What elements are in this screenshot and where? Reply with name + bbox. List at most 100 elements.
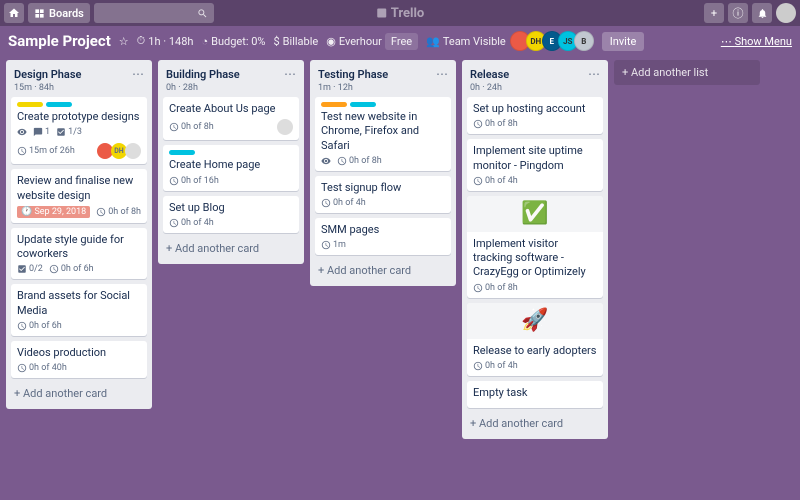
list-title: Building Phase bbox=[166, 68, 240, 81]
billable-label: $ Billable bbox=[273, 35, 318, 48]
card-title: SMM pages bbox=[321, 223, 445, 237]
card-badges: 0h of 8h bbox=[321, 156, 445, 166]
add-list-button[interactable]: + Add another list bbox=[614, 60, 760, 85]
card-badges: 0h of 8h bbox=[169, 119, 293, 135]
list: Release ⋯ 0h · 24hSet up hosting account0h… bbox=[462, 60, 608, 439]
boards-button[interactable]: Boards bbox=[28, 3, 90, 23]
card[interactable]: Videos production 0h of 40h bbox=[11, 341, 147, 378]
card-badges: 🕐 Sep 29, 20180h of 8h bbox=[17, 206, 141, 218]
board-header: Sample Project ☆ ⏱ 1h · 148h ◔ Budget: 0… bbox=[0, 26, 800, 56]
list-subtitle: 15m · 84h bbox=[11, 83, 147, 97]
card[interactable]: Create About Us page 0h of 8h bbox=[163, 97, 299, 140]
time-badge: 0h of 4h bbox=[321, 198, 366, 208]
card-title: Release to early adopters bbox=[473, 344, 597, 358]
card-badges: 0h of 4h bbox=[169, 218, 293, 228]
card-members: DH bbox=[99, 143, 141, 159]
time-badge: 0h of 4h bbox=[473, 361, 518, 371]
budget-label: ◔ Budget: 0% bbox=[201, 35, 265, 48]
add-card-button[interactable]: + Add another card bbox=[467, 413, 603, 434]
topbar: Boards Trello + ⓘ bbox=[0, 0, 800, 26]
label bbox=[321, 102, 347, 107]
card[interactable]: Empty task bbox=[467, 381, 603, 408]
card-labels bbox=[321, 102, 445, 107]
card-title: Test new website in Chrome, Firefox and … bbox=[321, 110, 445, 153]
list-menu-icon[interactable]: ⋯ bbox=[284, 67, 296, 81]
card-title: Brand assets for Social Media bbox=[17, 289, 141, 318]
card-title: Create Home page bbox=[169, 158, 293, 172]
list-menu-icon[interactable]: ⋯ bbox=[588, 67, 600, 81]
label bbox=[46, 102, 72, 107]
card-title: Update style guide for coworkers bbox=[17, 233, 141, 262]
home-icon[interactable] bbox=[4, 3, 24, 23]
card-title: Test signup flow bbox=[321, 181, 445, 195]
card-member-avatar bbox=[277, 119, 293, 135]
card[interactable]: SMM pages 1m bbox=[315, 218, 451, 255]
member-avatar[interactable]: B bbox=[574, 31, 594, 51]
list-title: Release bbox=[470, 68, 509, 81]
label bbox=[169, 150, 195, 155]
comment-badge: 1 bbox=[33, 127, 50, 137]
visibility-label: 👥 Team Visible bbox=[426, 35, 506, 48]
bell-icon[interactable] bbox=[752, 3, 772, 23]
card-labels bbox=[169, 150, 293, 155]
card[interactable]: Update style guide for coworkers0/20h of… bbox=[11, 228, 147, 280]
user-avatar[interactable] bbox=[776, 3, 796, 23]
card-title: Implement site uptime monitor - Pingdom bbox=[473, 144, 597, 173]
card-badges: 0h of 8h bbox=[473, 283, 597, 293]
label bbox=[350, 102, 376, 107]
time-badge: 0h of 8h bbox=[473, 119, 518, 129]
card-badges: 0h of 4h bbox=[473, 176, 597, 186]
due-badge: 🕐 Sep 29, 2018 bbox=[17, 206, 90, 218]
check-badge: 0/2 bbox=[17, 264, 43, 274]
board-members: DHEJSB bbox=[514, 31, 594, 51]
time-badge: 0h of 4h bbox=[169, 218, 214, 228]
list-subtitle: 0h · 24h bbox=[467, 83, 603, 97]
info-icon[interactable]: ⓘ bbox=[728, 3, 748, 23]
list: Building Phase⋯0h · 28hCreate About Us p… bbox=[158, 60, 304, 264]
time-badge: 0h of 4h bbox=[473, 176, 518, 186]
card[interactable]: Review and finalise new website design🕐 … bbox=[11, 169, 147, 223]
card[interactable]: Test new website in Chrome, Firefox and … bbox=[315, 97, 451, 171]
card[interactable]: Implement site uptime monitor - Pingdom 0… bbox=[467, 139, 603, 191]
add-card-button[interactable]: + Add another card bbox=[315, 260, 451, 281]
invite-button[interactable]: Invite bbox=[602, 32, 645, 51]
show-menu-button[interactable]: ⋯ Show Menu bbox=[721, 35, 792, 48]
card[interactable]: Create Home page 0h of 16h bbox=[163, 145, 299, 190]
card-title: Videos production bbox=[17, 346, 141, 360]
plus-icon[interactable]: + bbox=[704, 3, 724, 23]
eye-badge bbox=[321, 156, 331, 166]
card-title: Create About Us page bbox=[169, 102, 293, 116]
card[interactable]: 🚀 Release to early adopters 0h of 4h bbox=[467, 303, 603, 376]
list-menu-icon[interactable]: ⋯ bbox=[436, 67, 448, 81]
card[interactable]: Create prototype designs11/315m of 26hDH bbox=[11, 97, 147, 164]
time-badge: 0h of 8h bbox=[473, 283, 518, 293]
list-menu-icon[interactable]: ⋯ bbox=[132, 67, 144, 81]
everhour-label: ◉ Everhour Free bbox=[326, 33, 418, 50]
time-badge: 0h of 6h bbox=[17, 321, 62, 331]
card[interactable]: Brand assets for Social Media 0h of 6h bbox=[11, 284, 147, 336]
add-card-button[interactable]: + Add another card bbox=[11, 383, 147, 404]
list: Testing Phase⋯1m · 12hTest new website i… bbox=[310, 60, 456, 286]
board-title: Sample Project bbox=[8, 32, 111, 50]
card[interactable]: Set up Blog 0h of 4h bbox=[163, 196, 299, 233]
list-title: Design Phase bbox=[14, 68, 81, 81]
add-card-button[interactable]: + Add another card bbox=[163, 238, 299, 259]
card[interactable]: Test signup flow 0h of 4h bbox=[315, 176, 451, 213]
star-icon[interactable]: ☆ bbox=[119, 35, 129, 48]
time-badge: 0h of 40h bbox=[17, 363, 67, 373]
search-input[interactable] bbox=[94, 3, 214, 23]
board-canvas: Design Phase ⋯ 15m · 84hCreate prototype d… bbox=[0, 56, 800, 443]
card-cover: 🚀 bbox=[467, 303, 603, 339]
card-badges: 0h of 16h bbox=[169, 176, 293, 186]
list: Design Phase ⋯ 15m · 84hCreate prototype d… bbox=[6, 60, 152, 409]
card-badges: 1m bbox=[321, 240, 445, 250]
card-badges: 0h of 6h bbox=[17, 321, 141, 331]
time-badge: 1m bbox=[321, 240, 346, 250]
card-badges: 0h of 8h bbox=[473, 119, 597, 129]
eye-badge bbox=[17, 127, 27, 137]
card[interactable]: ✅Implement visitor tracking software - C… bbox=[467, 196, 603, 298]
card-member-avatar bbox=[125, 143, 141, 159]
list-subtitle: 1m · 12h bbox=[315, 83, 451, 97]
card-title: Set up Blog bbox=[169, 201, 293, 215]
card[interactable]: Set up hosting account0h of 8h bbox=[467, 97, 603, 134]
